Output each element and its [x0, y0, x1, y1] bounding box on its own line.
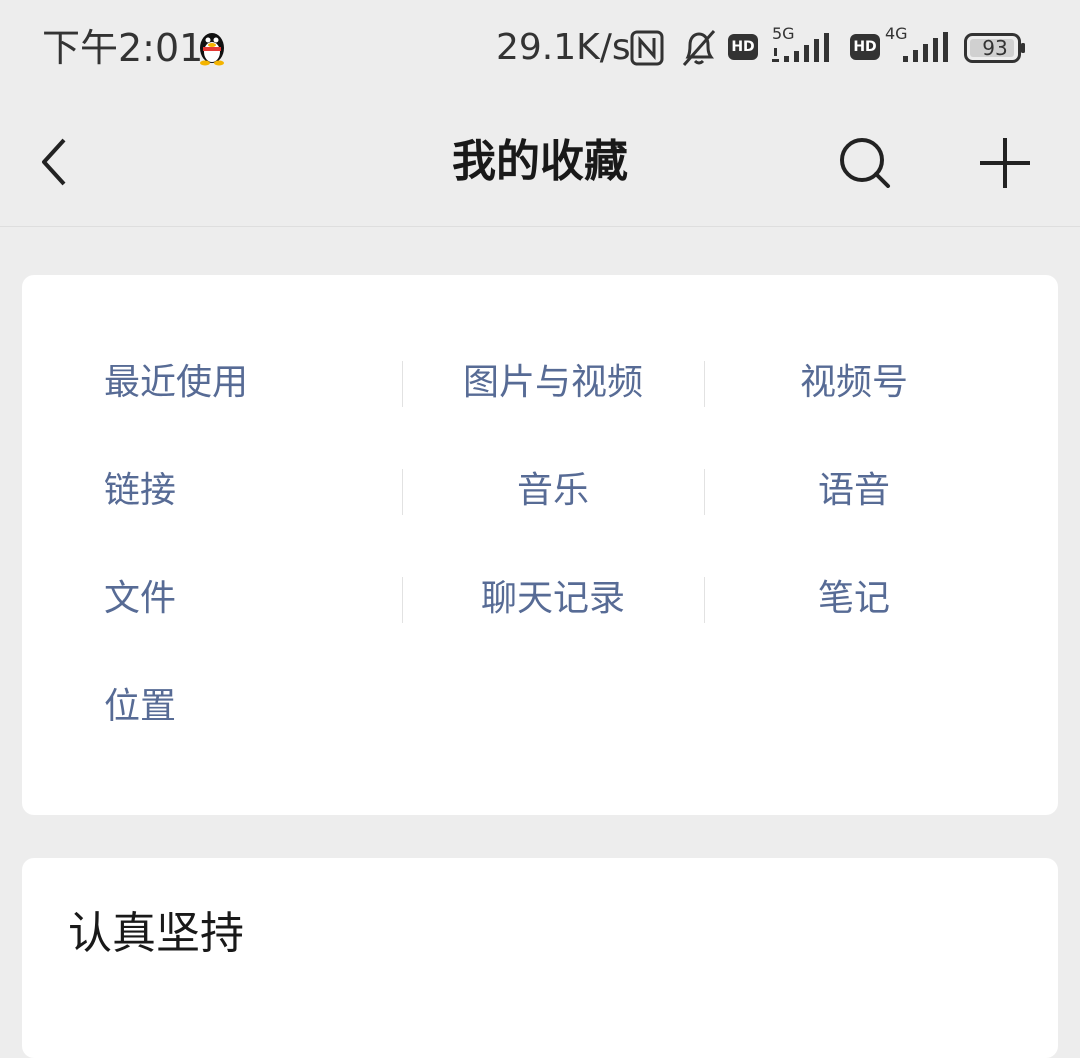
- category-recent[interactable]: 最近使用: [104, 358, 248, 408]
- signal-bars-icon: [772, 33, 829, 62]
- hd-badge: HD: [728, 34, 758, 60]
- category-location[interactable]: 位置: [104, 682, 176, 732]
- category-chat-history[interactable]: 聊天记录: [402, 574, 704, 624]
- category-notes[interactable]: 笔记: [704, 574, 1004, 624]
- status-bar: 下午2:01 29.1K/s HD 5G HD 4G 93: [0, 0, 1080, 96]
- favorite-item-card[interactable]: 认真坚持: [22, 858, 1058, 1058]
- category-card: 最近使用 图片与视频 视频号 链接 音乐 语音 文件 聊天记录 笔记 位置: [22, 275, 1058, 815]
- signal-4g: 4G: [885, 26, 953, 66]
- page-title: 我的收藏: [452, 136, 628, 187]
- category-channels[interactable]: 视频号: [704, 358, 1004, 408]
- category-photos-videos[interactable]: 图片与视频: [402, 358, 704, 408]
- hd-badge: HD: [850, 34, 880, 60]
- status-time: 下午2:01: [42, 26, 204, 70]
- category-links[interactable]: 链接: [104, 466, 176, 516]
- bell-off-icon: [682, 30, 716, 66]
- battery-level: 93: [982, 36, 1008, 60]
- nfc-icon: [630, 30, 664, 66]
- category-voice[interactable]: 语音: [704, 466, 1004, 516]
- category-files[interactable]: 文件: [104, 574, 176, 624]
- network-speed: 29.1K/s: [496, 27, 631, 68]
- signal-5g: 5G: [772, 26, 840, 66]
- search-icon[interactable]: [836, 136, 892, 188]
- favorite-item-title: 认真坚持: [68, 908, 244, 959]
- qq-penguin-icon: [200, 33, 224, 66]
- nav-header: 我的收藏: [0, 96, 1080, 227]
- signal-bars-icon: [903, 32, 948, 62]
- category-music[interactable]: 音乐: [402, 466, 704, 516]
- plus-icon[interactable]: [978, 136, 1032, 190]
